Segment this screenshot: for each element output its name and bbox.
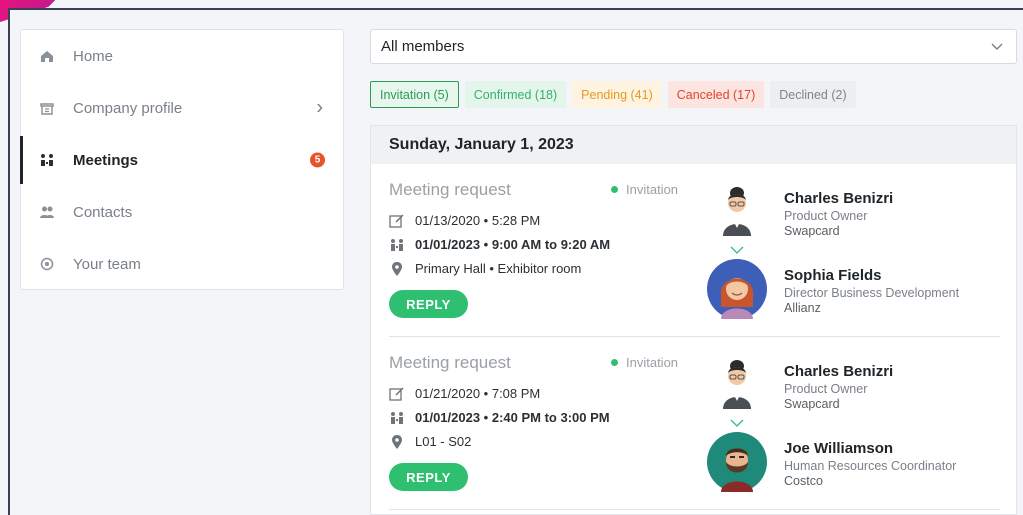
- edit-icon: [389, 386, 404, 401]
- meeting-location-line: Primary Hall • Exhibitor room: [389, 261, 581, 276]
- host-role: Product Owner: [784, 382, 868, 396]
- meetings-icon: [391, 238, 403, 251]
- meetings-icon: [391, 411, 403, 424]
- meeting-requested-line: 01/21/2020 • 7:08 PM: [389, 386, 540, 401]
- meeting-requested-line: 01/13/2020 • 5:28 PM: [389, 213, 540, 228]
- host-role: Product Owner: [784, 209, 868, 223]
- host-info: Charles Benizri Product Owner Swapcard: [784, 190, 893, 238]
- guest-name[interactable]: Joe Williamson: [784, 440, 956, 457]
- meeting-time: 01/01/2023 • 2:40 PM to 3:00 PM: [415, 410, 610, 425]
- tab-invitation[interactable]: Invitation (5): [370, 81, 459, 108]
- sidebar-item-home[interactable]: Home: [21, 30, 343, 82]
- edit-icon: [389, 213, 404, 228]
- connector-chevron-icon: [730, 419, 744, 427]
- sidebar-item-label: Company profile: [73, 99, 183, 117]
- contacts-icon: [40, 206, 54, 218]
- host-info: Charles Benizri Product Owner Swapcard: [784, 363, 893, 411]
- sidebar-item-company-profile[interactable]: Company profile ›: [21, 82, 343, 134]
- guest-info: Joe Williamson Human Resources Coordinat…: [784, 440, 956, 488]
- reply-button[interactable]: REPLY: [389, 290, 468, 318]
- host-name[interactable]: Charles Benizri: [784, 190, 893, 207]
- sidebar-nav: Home Company profile › Meetings 5 Contac…: [20, 29, 344, 290]
- location-pin-icon: [392, 434, 402, 449]
- member-filter-select[interactable]: All members: [370, 29, 1017, 64]
- day-header: Sunday, January 1, 2023: [371, 126, 1016, 164]
- tab-pending[interactable]: Pending (41): [572, 81, 662, 108]
- tab-confirmed[interactable]: Confirmed (18): [464, 81, 567, 108]
- meeting-location: Primary Hall • Exhibitor room: [415, 261, 582, 276]
- guest-avatar: [707, 432, 767, 492]
- meeting-status-label: Invitation: [626, 355, 679, 370]
- meeting-time: 01/01/2023 • 9:00 AM to 9:20 AM: [415, 237, 611, 252]
- meeting-title: Meeting request: [389, 180, 511, 199]
- host-name[interactable]: Charles Benizri: [784, 363, 893, 380]
- meeting-card: Meeting request Invitation 01/21/2020 • …: [371, 337, 1016, 510]
- meeting-requested-date: 01/13/2020 • 5:28 PM: [415, 213, 541, 228]
- guest-role: Director Business Development: [784, 286, 960, 300]
- meeting-location: L01 - S02: [415, 434, 472, 449]
- meeting-status-label: Invitation: [626, 182, 679, 197]
- home-icon: [41, 51, 53, 62]
- sidebar-item-label: Meetings: [73, 151, 139, 169]
- meetings-count-badge: 5: [310, 152, 325, 168]
- guest-info: Sophia Fields Director Business Developm…: [784, 267, 959, 315]
- sidebar-item-contacts[interactable]: Contacts: [21, 186, 343, 238]
- sidebar-item-meetings[interactable]: Meetings 5: [20, 134, 343, 186]
- guest-company: Costco: [784, 474, 823, 488]
- divider: [389, 509, 1000, 510]
- sidebar-item-your-team[interactable]: Your team: [21, 238, 343, 290]
- building-icon: [40, 103, 54, 115]
- host-company: Swapcard: [784, 397, 840, 411]
- meeting-status: Invitation: [611, 355, 678, 370]
- meeting-status: Invitation: [611, 182, 678, 197]
- meeting-requested-date: 01/21/2020 • 7:08 PM: [415, 386, 541, 401]
- location-pin-icon: [392, 261, 402, 276]
- status-dot-icon: [611, 186, 618, 193]
- meetings-panel: Sunday, January 1, 2023 Meeting request …: [370, 125, 1017, 515]
- meeting-time-line: 01/01/2023 • 2:40 PM to 3:00 PM: [389, 410, 610, 425]
- reply-button[interactable]: REPLY: [389, 463, 468, 491]
- meeting-card: Meeting request Invitation 01/13/2020 • …: [371, 164, 1016, 337]
- meeting-location-line: L01 - S02: [389, 434, 471, 449]
- sidebar-item-label: Your team: [73, 255, 141, 273]
- team-icon: [40, 257, 54, 271]
- chevron-down-icon: [991, 43, 1003, 50]
- connector-chevron-icon: [730, 246, 744, 254]
- status-tabs: Invitation (5) Confirmed (18) Pending (4…: [370, 81, 856, 108]
- tab-canceled[interactable]: Canceled (17): [667, 81, 765, 108]
- member-filter-value: All members: [381, 38, 465, 55]
- host-avatar: [723, 360, 751, 409]
- status-dot-icon: [611, 359, 618, 366]
- guest-role: Human Resources Coordinator: [784, 459, 957, 473]
- guest-company: Allianz: [784, 301, 821, 315]
- sidebar-item-label: Contacts: [73, 203, 133, 221]
- guest-name[interactable]: Sophia Fields: [784, 267, 959, 284]
- sidebar-item-label: Home: [73, 47, 114, 65]
- meeting-title: Meeting request: [389, 353, 511, 372]
- meeting-time-line: 01/01/2023 • 9:00 AM to 9:20 AM: [389, 237, 610, 252]
- host-company: Swapcard: [784, 224, 840, 238]
- tab-declined[interactable]: Declined (2): [770, 81, 856, 108]
- meetings-icon: [41, 154, 53, 166]
- guest-avatar: [707, 259, 767, 319]
- chevron-right-icon: ›: [316, 96, 323, 119]
- host-avatar: [723, 187, 751, 236]
